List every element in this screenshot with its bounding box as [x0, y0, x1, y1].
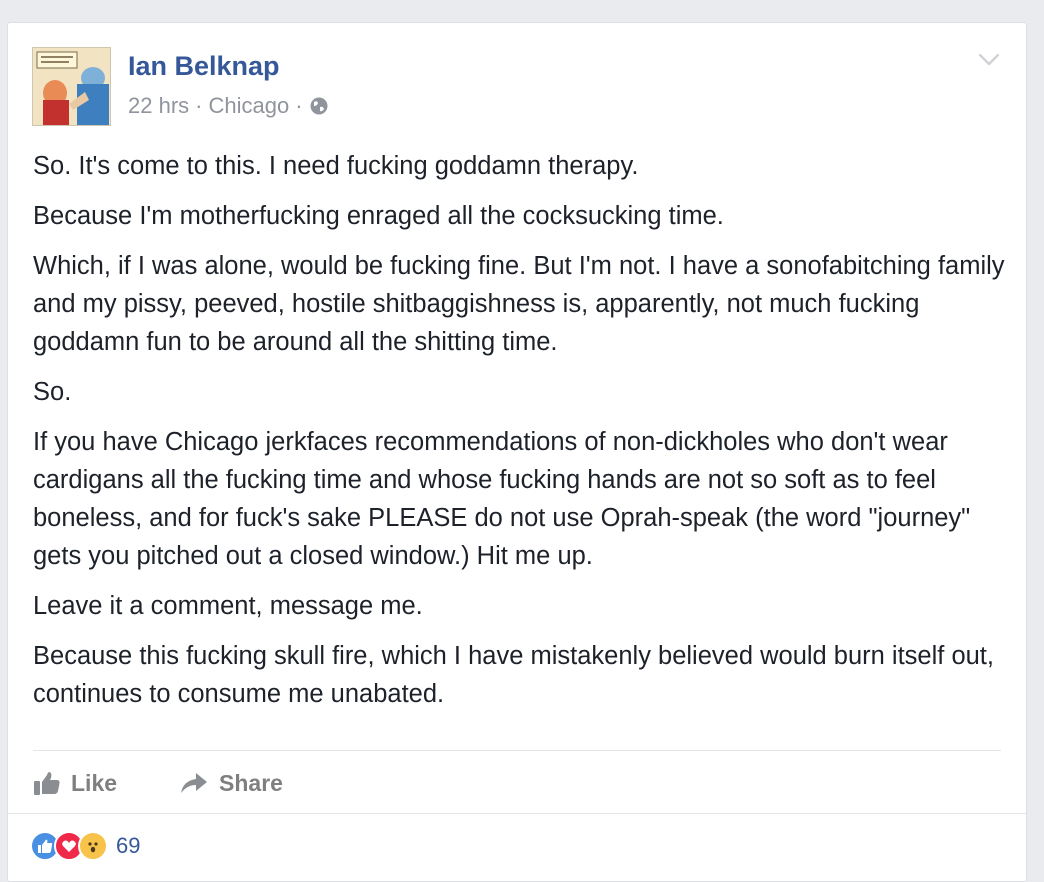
- divider: [8, 813, 1026, 814]
- divider: [33, 750, 1001, 751]
- post-time[interactable]: 22 hrs: [128, 93, 189, 119]
- share-label: Share: [219, 769, 283, 796]
- post-meta: 22 hrs · Chicago ·: [128, 93, 329, 119]
- chevron-down-icon[interactable]: [978, 53, 1000, 67]
- globe-icon[interactable]: [309, 96, 329, 116]
- wow-reaction-icon: [78, 831, 108, 861]
- post-paragraph: If you have Chicago jerkfaces recommenda…: [33, 428, 971, 570]
- like-button[interactable]: Like: [33, 770, 117, 797]
- post-location[interactable]: Chicago: [208, 93, 289, 119]
- post-paragraph: Which, if I was alone, would be fucking …: [33, 252, 1005, 356]
- reaction-count[interactable]: 69: [116, 833, 140, 859]
- share-button[interactable]: Share: [179, 770, 283, 797]
- post-paragraph: So.: [33, 378, 72, 406]
- avatar-image: [33, 48, 110, 125]
- post-card: Ian Belknap 22 hrs · Chicago · So. It's …: [7, 22, 1027, 882]
- post-paragraph: Leave it a comment, message me.: [33, 592, 423, 620]
- post-actions: Like Share: [33, 763, 283, 803]
- thumbs-up-icon: [33, 770, 61, 796]
- reactions-summary[interactable]: 69: [30, 831, 140, 861]
- author-name[interactable]: Ian Belknap: [128, 51, 280, 82]
- avatar[interactable]: [32, 47, 111, 126]
- meta-separator: ·: [195, 93, 203, 118]
- post-paragraph: So. It's come to this. I need fucking go…: [33, 152, 639, 180]
- meta-separator: ·: [295, 93, 303, 118]
- post-paragraph: Because this fucking skull fire, which I…: [33, 642, 994, 708]
- post-body: So. It's come to this. I need fucking go…: [33, 147, 1013, 725]
- share-arrow-icon: [179, 771, 209, 795]
- like-label: Like: [71, 769, 118, 796]
- post-paragraph: Because I'm motherfucking enraged all th…: [33, 202, 724, 230]
